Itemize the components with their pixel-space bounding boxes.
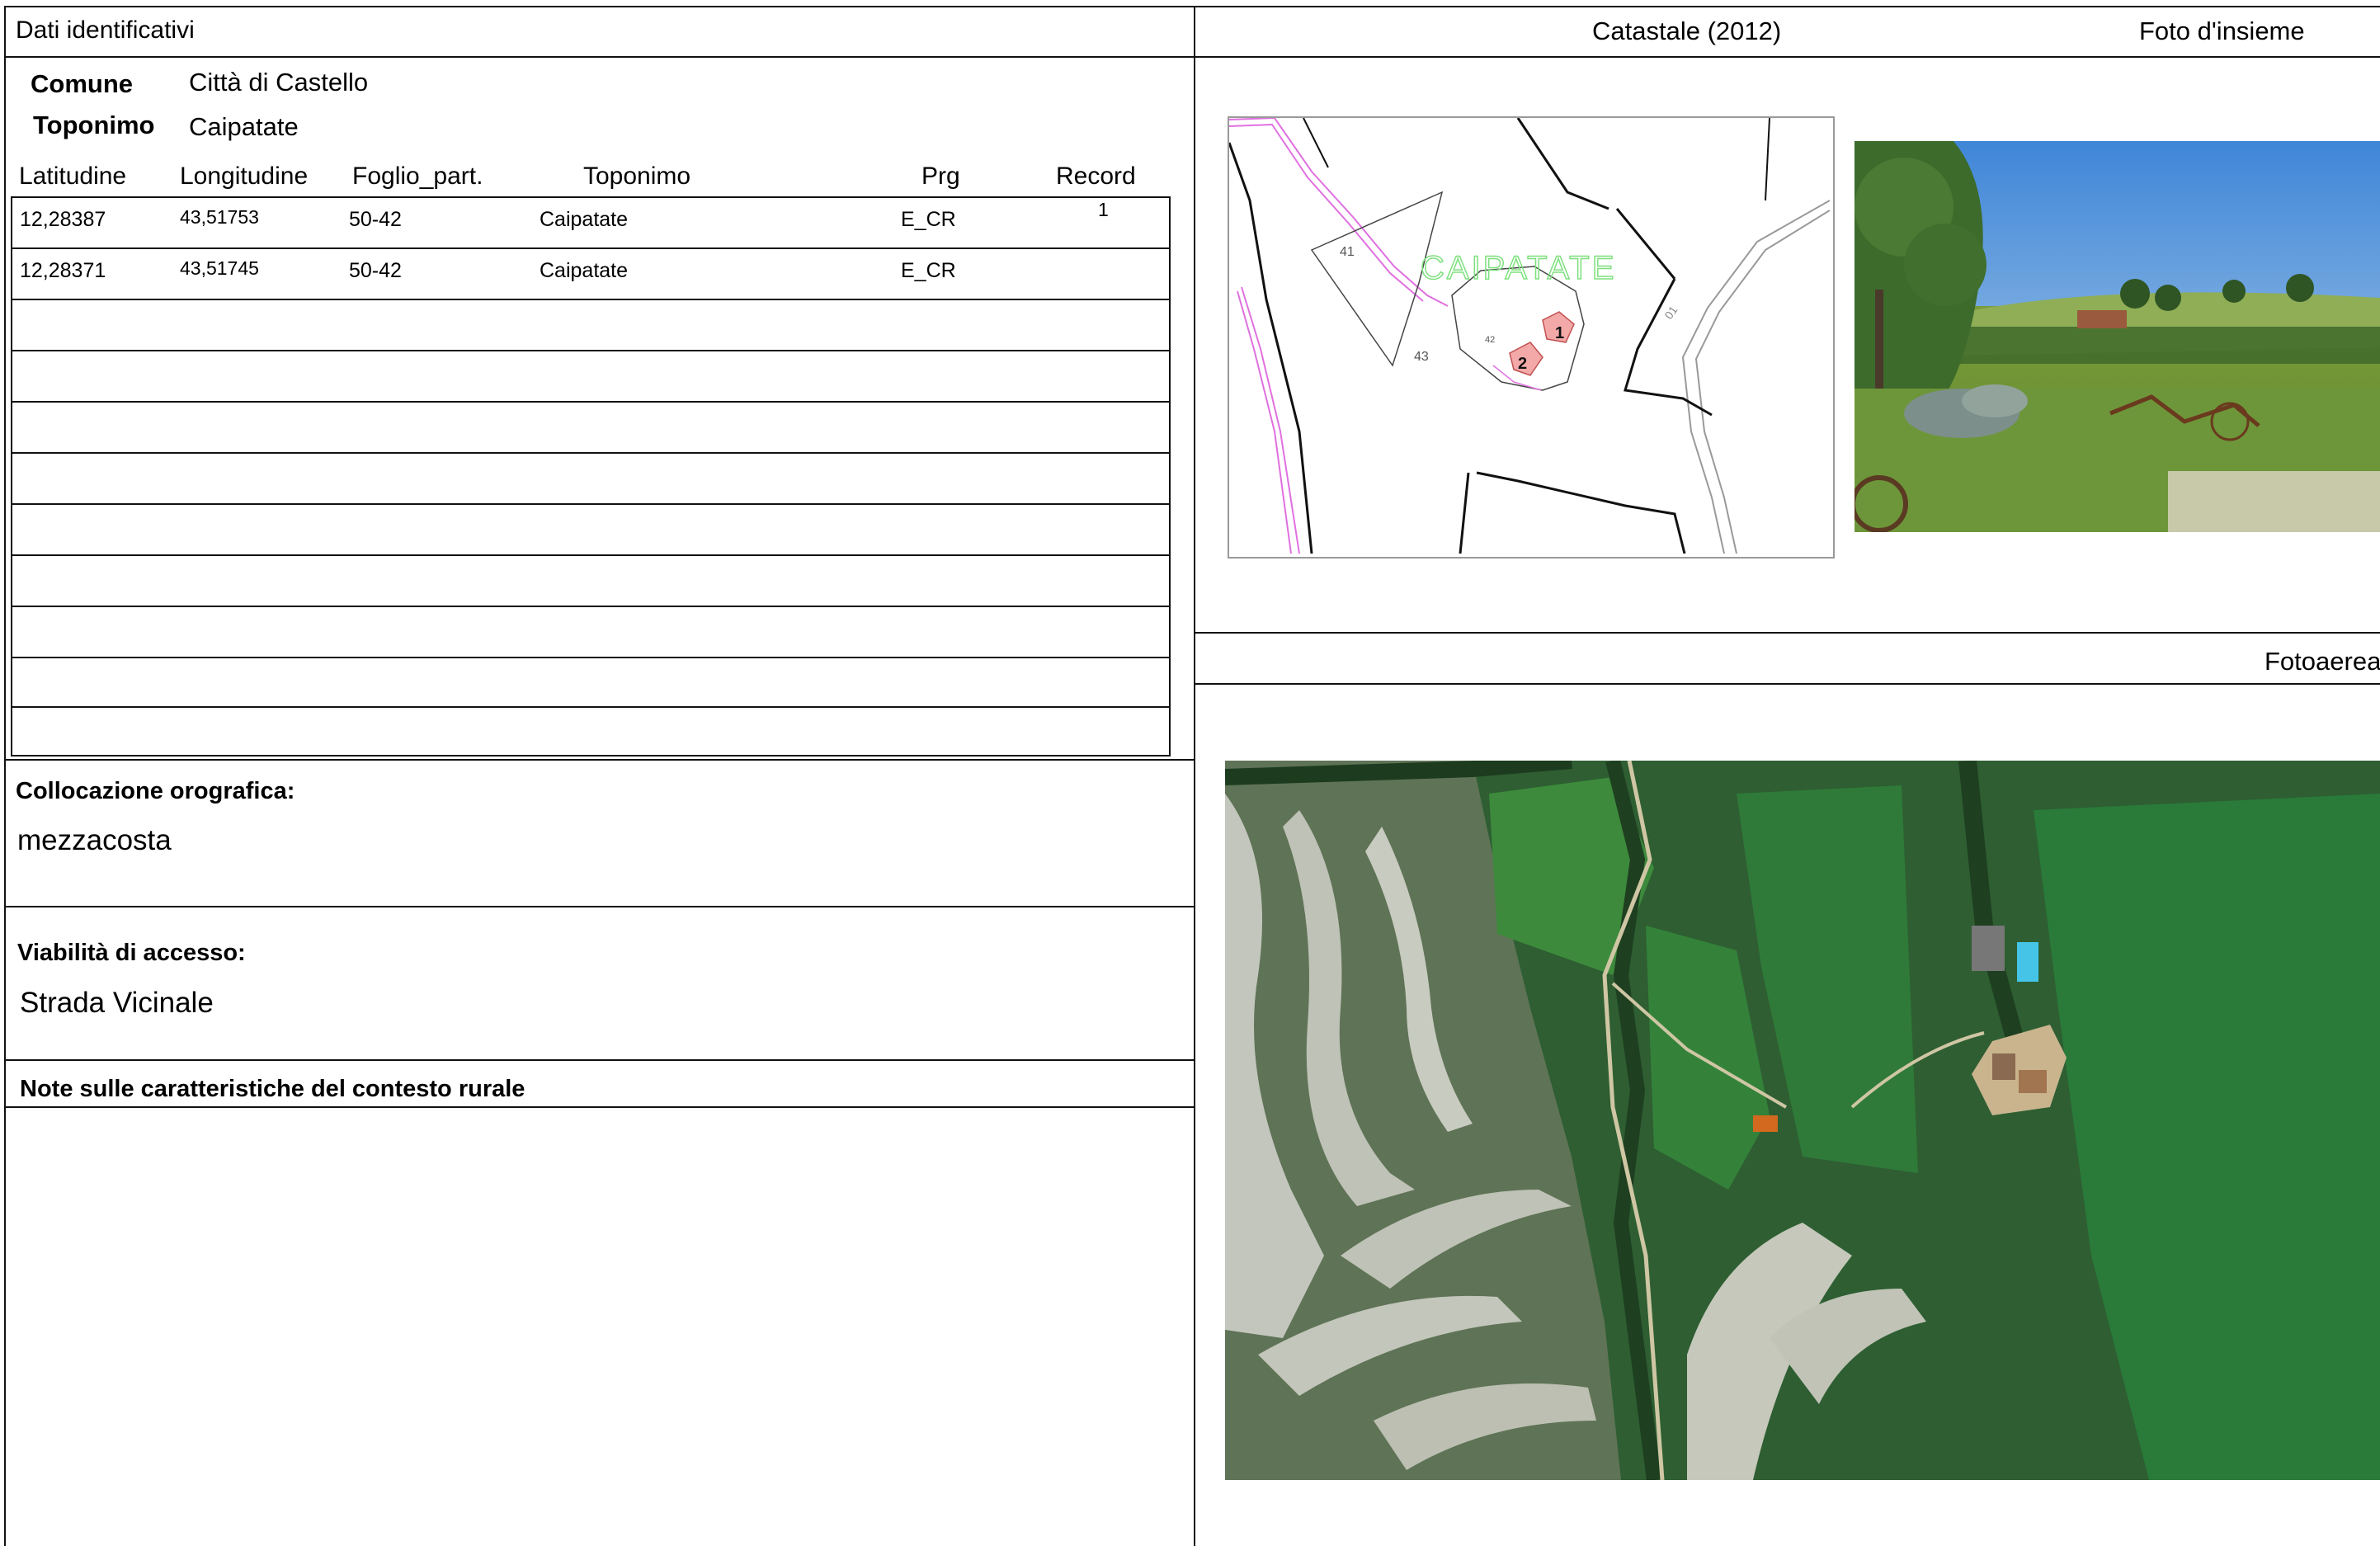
fotoaerea-divider-top xyxy=(1194,632,2380,634)
toponimo-value: Caipatate xyxy=(189,112,299,141)
note-label: Note sulle caratteristiche del contesto … xyxy=(20,1076,525,1102)
place-name-label: CAIPATATE xyxy=(1421,250,1616,286)
table-row-line xyxy=(12,657,1169,658)
overview-photo xyxy=(1855,141,2380,532)
table-row-line xyxy=(12,554,1169,556)
left-border xyxy=(4,6,6,1546)
fotoaerea-divider-bottom xyxy=(1194,683,2380,685)
row2-prg: E_CR xyxy=(901,259,956,282)
table-row-line xyxy=(12,299,1169,300)
column-header-longitudine: Longitudine xyxy=(180,163,309,190)
top-border xyxy=(4,6,2380,7)
column-header-prg: Prg xyxy=(921,163,960,190)
toponimo-label: Toponimo xyxy=(33,111,155,139)
viabilita-label: Viabilità di accesso: xyxy=(17,940,246,966)
row1-record: 1 xyxy=(1098,199,1109,220)
road-label: 01 xyxy=(1661,304,1680,322)
row1-toponimo: Caipatate xyxy=(540,208,629,231)
section-divider-viabilita xyxy=(4,906,1194,907)
column-divider xyxy=(1194,6,1195,1546)
collocazione-value: mezzacosta xyxy=(17,824,172,856)
table-row-line xyxy=(12,452,1169,454)
row2-longitudine: 43,51745 xyxy=(180,257,259,279)
row1-prg: E_CR xyxy=(901,208,956,231)
row1-latitudine: 12,28387 xyxy=(20,208,106,231)
viabilita-value: Strada Vicinale xyxy=(20,987,214,1019)
column-header-foglio-part: Foglio_part. xyxy=(352,163,483,190)
cadastral-map-drawing: 41 42 43 CAIPATATE 1 2 01 xyxy=(1229,118,1831,554)
section-divider-collocazione xyxy=(4,759,1194,761)
parcel-43-label: 43 xyxy=(1414,350,1429,364)
table-row-line xyxy=(12,606,1169,607)
section-title-dati-identificativi: Dati identificativi xyxy=(16,16,195,44)
row1-longitudine: 43,51753 xyxy=(180,206,259,228)
column-header-latitudine: Latitudine xyxy=(19,163,127,190)
row2-toponimo: Caipatate xyxy=(540,259,629,282)
table-row-line xyxy=(12,706,1169,708)
fotoaerea-header: Fotoaerea xyxy=(2265,647,2380,676)
parcel-42-label: 42 xyxy=(1485,335,1495,345)
foto-insieme-header: Foto d'insieme xyxy=(2139,16,2305,45)
section-divider-note xyxy=(4,1059,1194,1061)
column-header-record: Record xyxy=(1056,163,1136,190)
comune-label: Comune xyxy=(31,69,133,98)
header-divider xyxy=(4,56,2380,58)
parcel-41-label: 41 xyxy=(1340,245,1355,259)
row2-foglio-part: 50-42 xyxy=(349,259,402,282)
row1-foglio-part: 50-42 xyxy=(349,208,402,231)
building-2-label: 2 xyxy=(1518,355,1527,373)
collocazione-label: Collocazione orografica: xyxy=(16,778,295,804)
table-row-line xyxy=(12,350,1169,351)
note-label-underline xyxy=(4,1106,1194,1108)
aerial-photo xyxy=(1225,761,2380,1480)
overview-photo-drawing xyxy=(1855,141,2380,532)
table-row-line xyxy=(12,401,1169,403)
catastale-header: Catastale (2012) xyxy=(1592,16,1782,45)
building-1-label: 1 xyxy=(1555,324,1564,342)
row2-latitudine: 12,28371 xyxy=(20,259,106,282)
table-row-line xyxy=(12,247,1169,249)
table-row-line xyxy=(12,503,1169,505)
cadastral-map: 41 42 43 CAIPATATE 1 2 01 xyxy=(1228,116,1835,559)
column-header-toponimo: Toponimo xyxy=(583,163,691,190)
comune-value: Città di Castello xyxy=(189,68,369,97)
aerial-photo-drawing xyxy=(1225,761,2380,1480)
